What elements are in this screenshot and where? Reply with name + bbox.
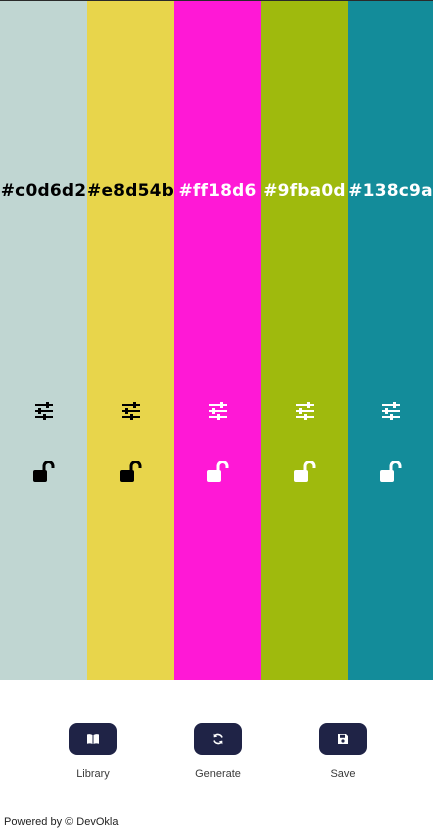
swatch-hex-label[interactable]: #c0d6d2: [0, 181, 87, 201]
unlocked-padlock-icon[interactable]: [379, 461, 402, 483]
save-action: Save: [298, 723, 388, 780]
library-button[interactable]: [69, 723, 117, 755]
sliders-icon[interactable]: [34, 402, 54, 420]
unlocked-padlock-icon[interactable]: [206, 461, 229, 483]
floppy-disk-icon: [338, 734, 348, 744]
generate-label: Generate: [195, 768, 241, 780]
unlocked-padlock-icon[interactable]: [32, 461, 55, 483]
save-button[interactable]: [319, 723, 367, 755]
generate-action: Generate: [173, 723, 263, 780]
sliders-icon[interactable]: [381, 402, 401, 420]
unlocked-padlock-icon[interactable]: [293, 461, 316, 483]
generate-button[interactable]: [194, 723, 242, 755]
footer-credit: Powered by © DevOkla: [4, 816, 119, 828]
color-palette: #c0d6d2 #e8d54b #ff18d6 #9fba0d #138c9a: [0, 1, 433, 680]
library-label: Library: [76, 768, 110, 780]
book-icon: [87, 734, 99, 744]
swatch-hex-label[interactable]: #ff18d6: [174, 181, 261, 201]
save-label: Save: [330, 768, 356, 780]
action-bar: Library Generate Save: [0, 723, 433, 783]
color-swatch-4[interactable]: #9fba0d: [261, 1, 348, 680]
swatch-hex-label[interactable]: #9fba0d: [261, 181, 348, 201]
library-action: Library: [48, 723, 138, 780]
color-swatch-1[interactable]: #c0d6d2: [0, 1, 87, 680]
sliders-icon[interactable]: [121, 402, 141, 420]
swatch-hex-label[interactable]: #e8d54b: [87, 181, 174, 201]
sliders-icon[interactable]: [208, 402, 228, 420]
swatch-hex-label[interactable]: #138c9a: [348, 181, 433, 201]
color-swatch-3[interactable]: #ff18d6: [174, 1, 261, 680]
unlocked-padlock-icon[interactable]: [119, 461, 142, 483]
sliders-icon[interactable]: [295, 402, 315, 420]
color-swatch-5[interactable]: #138c9a: [348, 1, 433, 680]
color-swatch-2[interactable]: #e8d54b: [87, 1, 174, 680]
refresh-icon: [213, 733, 223, 745]
